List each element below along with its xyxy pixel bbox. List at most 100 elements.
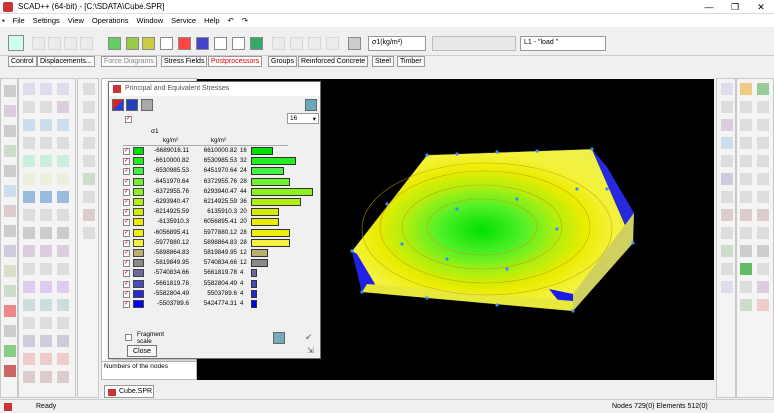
tool-icon[interactable] bbox=[83, 101, 95, 113]
menu-file[interactable]: File bbox=[10, 14, 28, 27]
tool-icon[interactable] bbox=[4, 225, 16, 237]
row-checkbox[interactable]: ✓ bbox=[123, 148, 130, 155]
confirm-check-icon[interactable]: ✔ bbox=[305, 332, 313, 343]
tool-icon[interactable] bbox=[40, 119, 52, 131]
tool-icon[interactable] bbox=[23, 317, 35, 329]
tool-icon[interactable] bbox=[740, 173, 752, 185]
tool-icon[interactable] bbox=[57, 299, 69, 311]
tool-icon[interactable] bbox=[308, 37, 321, 50]
tool-icon[interactable] bbox=[57, 335, 69, 347]
tool-icon[interactable] bbox=[57, 209, 69, 221]
tool-icon[interactable] bbox=[23, 245, 35, 257]
tool-icon[interactable] bbox=[757, 155, 769, 167]
tool-icon[interactable] bbox=[721, 209, 733, 221]
tool-icon[interactable] bbox=[40, 209, 52, 221]
tool-icon[interactable] bbox=[57, 353, 69, 365]
tool-icon[interactable] bbox=[40, 155, 52, 167]
tool-icon[interactable] bbox=[4, 285, 16, 297]
tool-icon[interactable] bbox=[57, 281, 69, 293]
document-tab[interactable]: Cube.SPR bbox=[104, 385, 154, 398]
tool-icon[interactable] bbox=[40, 83, 52, 95]
tab-postprocessors[interactable]: Postprocessors bbox=[208, 56, 263, 67]
tool-icon[interactable] bbox=[757, 119, 769, 131]
row-checkbox[interactable]: ✓ bbox=[123, 239, 130, 247]
tool-icon[interactable] bbox=[83, 155, 95, 167]
stress-level-row[interactable]: ✓ -6135910.3 6056895.41 20 bbox=[123, 217, 281, 227]
tool-icon[interactable] bbox=[740, 155, 752, 167]
tool-icon[interactable] bbox=[740, 263, 752, 275]
tool-icon[interactable] bbox=[757, 263, 769, 275]
tool-icon[interactable] bbox=[740, 209, 752, 221]
tool-icon[interactable] bbox=[57, 317, 69, 329]
scale-icon[interactable] bbox=[348, 37, 361, 50]
tool-icon[interactable] bbox=[721, 191, 733, 203]
tool-icon[interactable] bbox=[23, 227, 35, 239]
tool-icon[interactable] bbox=[4, 325, 16, 337]
display-icon[interactable] bbox=[160, 37, 173, 50]
tool-icon[interactable] bbox=[740, 299, 752, 311]
row-checkbox[interactable]: ✓ bbox=[123, 199, 130, 206]
tool-icon[interactable] bbox=[740, 119, 752, 131]
tab-force-diagrams[interactable]: Force Diagrams bbox=[101, 56, 157, 67]
tool-icon[interactable] bbox=[4, 125, 16, 137]
tool-icon[interactable] bbox=[23, 101, 35, 113]
tool-icon[interactable] bbox=[4, 205, 16, 217]
tool-icon[interactable] bbox=[721, 173, 733, 185]
tool-icon[interactable] bbox=[721, 227, 733, 239]
tool-icon[interactable] bbox=[4, 105, 16, 117]
tool-icon[interactable] bbox=[23, 173, 35, 185]
tool-icon[interactable] bbox=[40, 335, 52, 347]
tool-icon[interactable] bbox=[757, 209, 769, 221]
tool-icon[interactable] bbox=[740, 101, 752, 113]
stress-level-row[interactable]: ✓ -6372955.76 6293940.47 44 bbox=[123, 187, 313, 197]
tool-icon[interactable] bbox=[757, 137, 769, 149]
empty-combo[interactable] bbox=[432, 36, 516, 51]
resize-grip-icon[interactable]: ⇲ bbox=[307, 346, 314, 355]
display-icon[interactable] bbox=[250, 37, 263, 50]
tool-icon[interactable] bbox=[83, 191, 95, 203]
tool-icon[interactable] bbox=[40, 101, 52, 113]
tool-icon[interactable] bbox=[4, 85, 16, 97]
tool-icon[interactable] bbox=[57, 101, 69, 113]
grid-scheme-icon[interactable] bbox=[141, 99, 153, 111]
tool-icon[interactable] bbox=[64, 37, 77, 50]
row-checkbox[interactable]: ✓ bbox=[123, 178, 130, 186]
display-icon[interactable] bbox=[214, 37, 227, 50]
tool-icon[interactable] bbox=[757, 245, 769, 257]
tool-icon[interactable] bbox=[721, 263, 733, 275]
tool-icon[interactable] bbox=[40, 137, 52, 149]
tab-reinforced-concrete[interactable]: Reinforced Concrete bbox=[298, 56, 369, 67]
tool-icon[interactable] bbox=[23, 299, 35, 311]
tool-icon[interactable] bbox=[83, 119, 95, 131]
dialog-title-bar[interactable]: Principal and Equivalent Stresses bbox=[109, 82, 320, 96]
stress-level-row[interactable]: ✓ -6530985.53 6451970.64 24 bbox=[123, 166, 284, 176]
grid-icon[interactable] bbox=[232, 37, 245, 50]
tool-icon[interactable] bbox=[721, 83, 733, 95]
row-checkbox[interactable]: ✓ bbox=[123, 229, 130, 237]
tool-icon[interactable] bbox=[757, 173, 769, 185]
menu-settings[interactable]: Settings bbox=[30, 14, 63, 27]
tool-icon[interactable] bbox=[740, 137, 752, 149]
tab-stress-fields[interactable]: Stress Fields bbox=[161, 56, 208, 67]
tool-icon[interactable] bbox=[23, 155, 35, 167]
tool-icon[interactable] bbox=[83, 137, 95, 149]
menu-help[interactable]: Help bbox=[201, 14, 222, 27]
tool-icon[interactable] bbox=[40, 281, 52, 293]
tool-icon[interactable] bbox=[57, 155, 69, 167]
units-combo[interactable]: σ1(kg/m²) bbox=[368, 36, 426, 51]
tool-icon[interactable] bbox=[40, 191, 52, 203]
stress-level-row[interactable]: ✓ -6293940.47 6214925.59 36 bbox=[123, 197, 301, 207]
row-checkbox[interactable]: ✓ bbox=[123, 290, 130, 298]
tool-icon[interactable] bbox=[57, 191, 69, 203]
stress-level-row[interactable]: ✓ -5977880.12 5898864.83 28 bbox=[123, 238, 290, 248]
row-checkbox[interactable]: ✓ bbox=[123, 301, 130, 308]
tool-icon[interactable] bbox=[23, 119, 35, 131]
tool-icon[interactable] bbox=[32, 37, 45, 50]
tool-icon[interactable] bbox=[83, 227, 95, 239]
color-scheme-icon[interactable] bbox=[126, 99, 138, 111]
tool-icon[interactable] bbox=[40, 317, 52, 329]
menu-operations[interactable]: Operations bbox=[89, 14, 132, 27]
tool-icon[interactable] bbox=[40, 299, 52, 311]
color-scheme-icon[interactable] bbox=[112, 99, 124, 111]
tool-icon[interactable] bbox=[757, 101, 769, 113]
